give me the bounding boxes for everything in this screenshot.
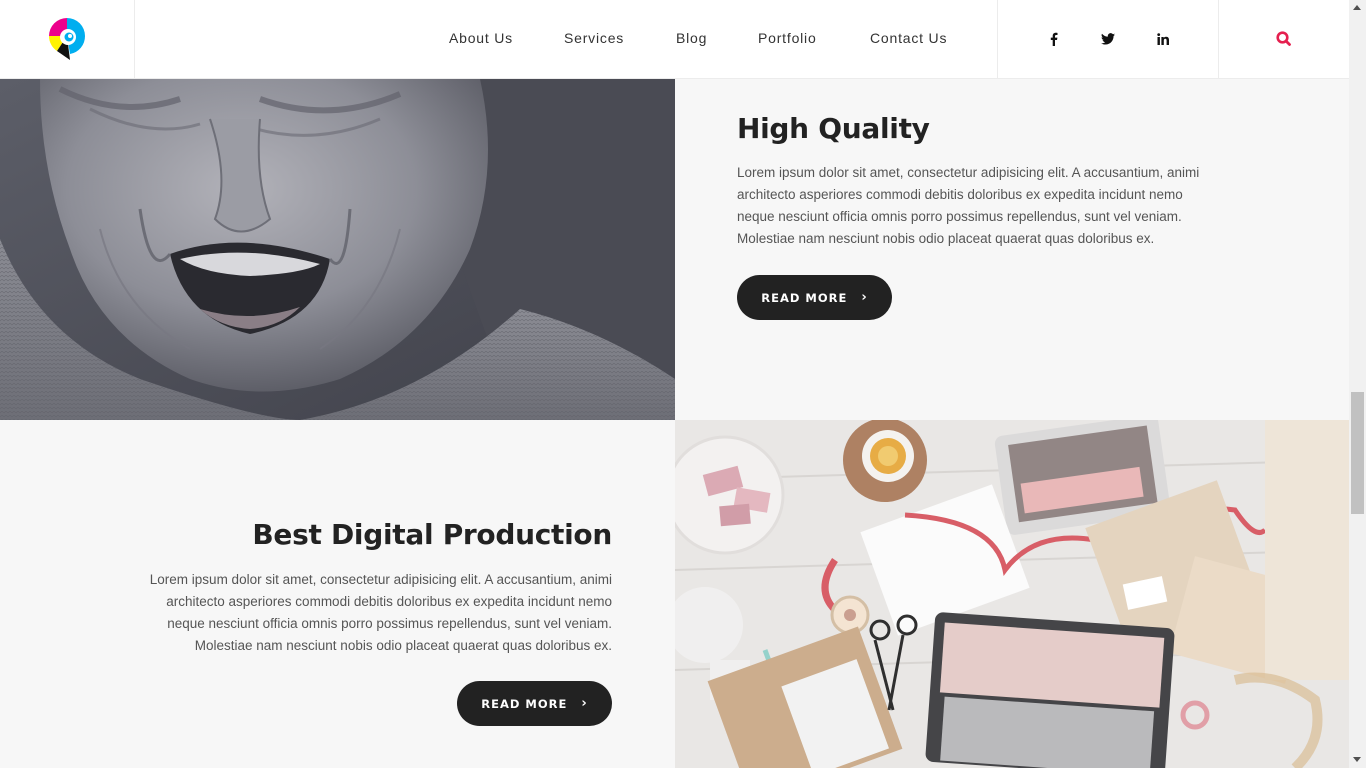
chevron-right-icon: › [581,696,588,711]
button-label: READ MORE [761,290,848,305]
page-scrollbar[interactable] [1349,0,1366,768]
scroll-down-arrow-icon[interactable] [1353,757,1361,762]
digital-production-text: Lorem ipsum dolor sit amet, consectetur … [72,569,612,657]
site-header: About Us Services Blog Portfolio Contact… [0,0,1349,79]
text-line: Molestiae nam nesciunt nobis odio placea… [737,231,1155,246]
scroll-up-arrow-icon[interactable] [1353,5,1361,10]
read-more-button[interactable]: READ MORE › [737,275,892,320]
high-quality-section: High Quality Lorem ipsum dolor sit amet,… [675,79,1349,420]
elderly-man-photo [0,79,675,420]
text-line: Molestiae nam nesciunt nobis odio placea… [194,638,612,653]
text-line: neque nesciunt officia omnis porro possi… [167,616,612,631]
chevron-right-icon: › [861,290,868,305]
linkedin-icon[interactable] [1154,30,1172,48]
button-label: READ MORE [481,696,568,711]
desk-flatlay-image [675,420,1349,768]
digital-production-section: Best Digital Production Lorem ipsum dolo… [0,420,675,768]
nav-about-us[interactable]: About Us [449,30,513,46]
text-line: neque nesciunt officia omnis porro possi… [737,209,1182,224]
scrollbar-thumb[interactable] [1351,392,1364,514]
twitter-icon[interactable] [1099,30,1117,48]
elderly-man-image [0,79,675,420]
nav-portfolio[interactable]: Portfolio [758,30,817,46]
high-quality-title: High Quality [737,112,930,145]
nav-blog[interactable]: Blog [676,30,707,46]
digital-production-title: Best Digital Production [252,518,612,551]
text-line: Lorem ipsum dolor sit amet, consectetur … [737,165,1200,180]
logo-icon[interactable] [46,15,88,63]
logo-cell [0,0,135,79]
text-line: architecto asperiores commodi debitis do… [737,187,1183,202]
high-quality-text: Lorem ipsum dolor sit amet, consectetur … [737,162,1277,250]
facebook-icon[interactable] [1044,30,1062,48]
search-icon[interactable] [1274,29,1294,49]
text-line: Lorem ipsum dolor sit amet, consectetur … [149,572,612,587]
nav-services[interactable]: Services [564,30,624,46]
desk-flatlay-photo [675,420,1349,768]
social-links [997,0,1219,79]
read-more-button[interactable]: READ MORE › [457,681,612,726]
nav-contact-us[interactable]: Contact Us [870,30,947,46]
text-line: architecto asperiores commodi debitis do… [166,594,612,609]
